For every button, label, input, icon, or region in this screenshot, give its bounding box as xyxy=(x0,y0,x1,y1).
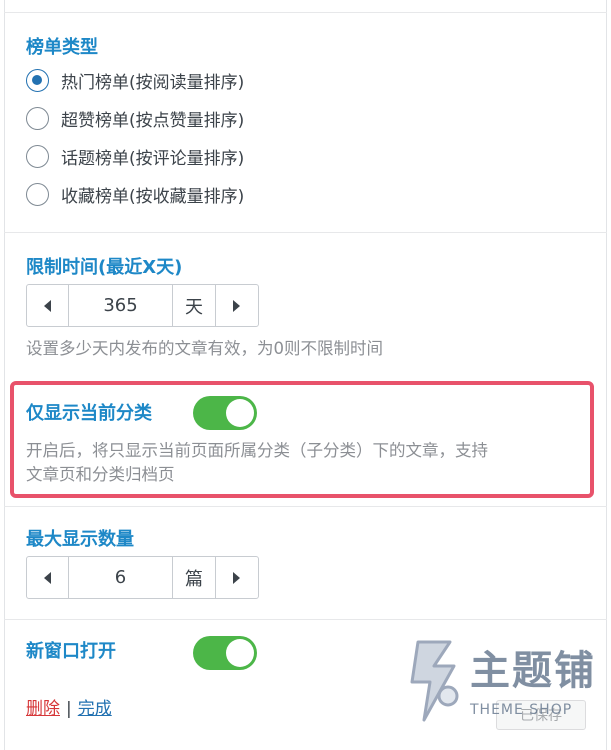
days-value[interactable]: 365 xyxy=(69,285,173,326)
action-separator: | xyxy=(66,699,72,719)
radio-button[interactable] xyxy=(26,182,49,206)
count-unit: 篇 xyxy=(185,568,203,590)
panel-border-left xyxy=(4,0,5,750)
help-line-2: 文章页和分类归档页 xyxy=(26,465,175,484)
new-window-title: 新窗口打开 xyxy=(26,641,116,662)
radio-label: 收藏榜单(按收藏量排序) xyxy=(61,186,245,207)
widget-actions: 删除 | 完成 xyxy=(26,694,112,719)
theme-shop-watermark: 主题铺 THEME SHOP xyxy=(404,636,604,728)
section-divider xyxy=(4,619,607,620)
radio-option-likes[interactable]: 超赞榜单(按点赞量排序) xyxy=(26,103,244,133)
count-value[interactable]: 6 xyxy=(69,557,173,598)
arrow-right-icon xyxy=(233,299,240,312)
radio-option-favorites[interactable]: 收藏榜单(按收藏量排序) xyxy=(26,179,244,209)
increment-button[interactable] xyxy=(215,285,257,326)
days-unit: 天 xyxy=(185,296,203,318)
help-line-1: 开启后，将只显示当前页面所属分类（子分类）下的文章，支持 xyxy=(26,441,488,460)
time-limit-title: 限制时间(最近X天) xyxy=(26,257,183,278)
watermark-sub: THEME SHOP xyxy=(470,702,573,718)
radio-option-topics[interactable]: 话题榜单(按评论量排序) xyxy=(26,141,244,171)
radio-button-checked[interactable] xyxy=(26,68,49,92)
top-divider xyxy=(4,12,607,13)
done-link[interactable]: 完成 xyxy=(78,699,112,719)
current-category-toggle[interactable] xyxy=(193,396,257,430)
new-window-toggle[interactable] xyxy=(193,636,257,670)
panel-border-right xyxy=(606,0,607,750)
radio-button[interactable] xyxy=(26,144,49,168)
delete-link[interactable]: 删除 xyxy=(26,699,60,719)
section-divider xyxy=(4,232,607,233)
toggle-knob xyxy=(226,639,254,667)
radio-button[interactable] xyxy=(26,106,49,130)
radio-label: 热门榜单(按阅读量排序) xyxy=(61,72,245,93)
toggle-knob xyxy=(226,399,254,427)
radio-label: 话题榜单(按评论量排序) xyxy=(61,148,245,169)
days-stepper[interactable]: 365 天 xyxy=(26,284,259,327)
max-count-title: 最大显示数量 xyxy=(26,529,134,550)
radio-option-hot[interactable]: 热门榜单(按阅读量排序) xyxy=(26,65,244,95)
time-limit-help: 设置多少天内发布的文章有效，为0则不限制时间 xyxy=(26,339,383,358)
theme-shop-logo-icon xyxy=(410,640,459,722)
widget-settings-panel: 榜单类型 热门榜单(按阅读量排序) 超赞榜单(按点赞量排序) 话题榜单(按评论量… xyxy=(0,0,611,750)
current-category-title: 仅显示当前分类 xyxy=(26,403,152,424)
increment-button[interactable] xyxy=(215,557,257,598)
arrow-left-icon xyxy=(44,571,51,584)
count-stepper[interactable]: 6 篇 xyxy=(26,556,259,599)
section-divider xyxy=(4,506,607,507)
current-category-help: 开启后，将只显示当前页面所属分类（子分类）下的文章，支持 文章页和分类归档页 xyxy=(26,439,488,487)
decrement-button[interactable] xyxy=(27,557,69,598)
ranking-type-title: 榜单类型 xyxy=(26,37,98,58)
decrement-button[interactable] xyxy=(27,285,69,326)
arrow-right-icon xyxy=(233,571,240,584)
radio-label: 超赞榜单(按点赞量排序) xyxy=(61,110,245,131)
arrow-left-icon xyxy=(44,299,51,312)
watermark-brand: 主题铺 xyxy=(470,648,596,694)
